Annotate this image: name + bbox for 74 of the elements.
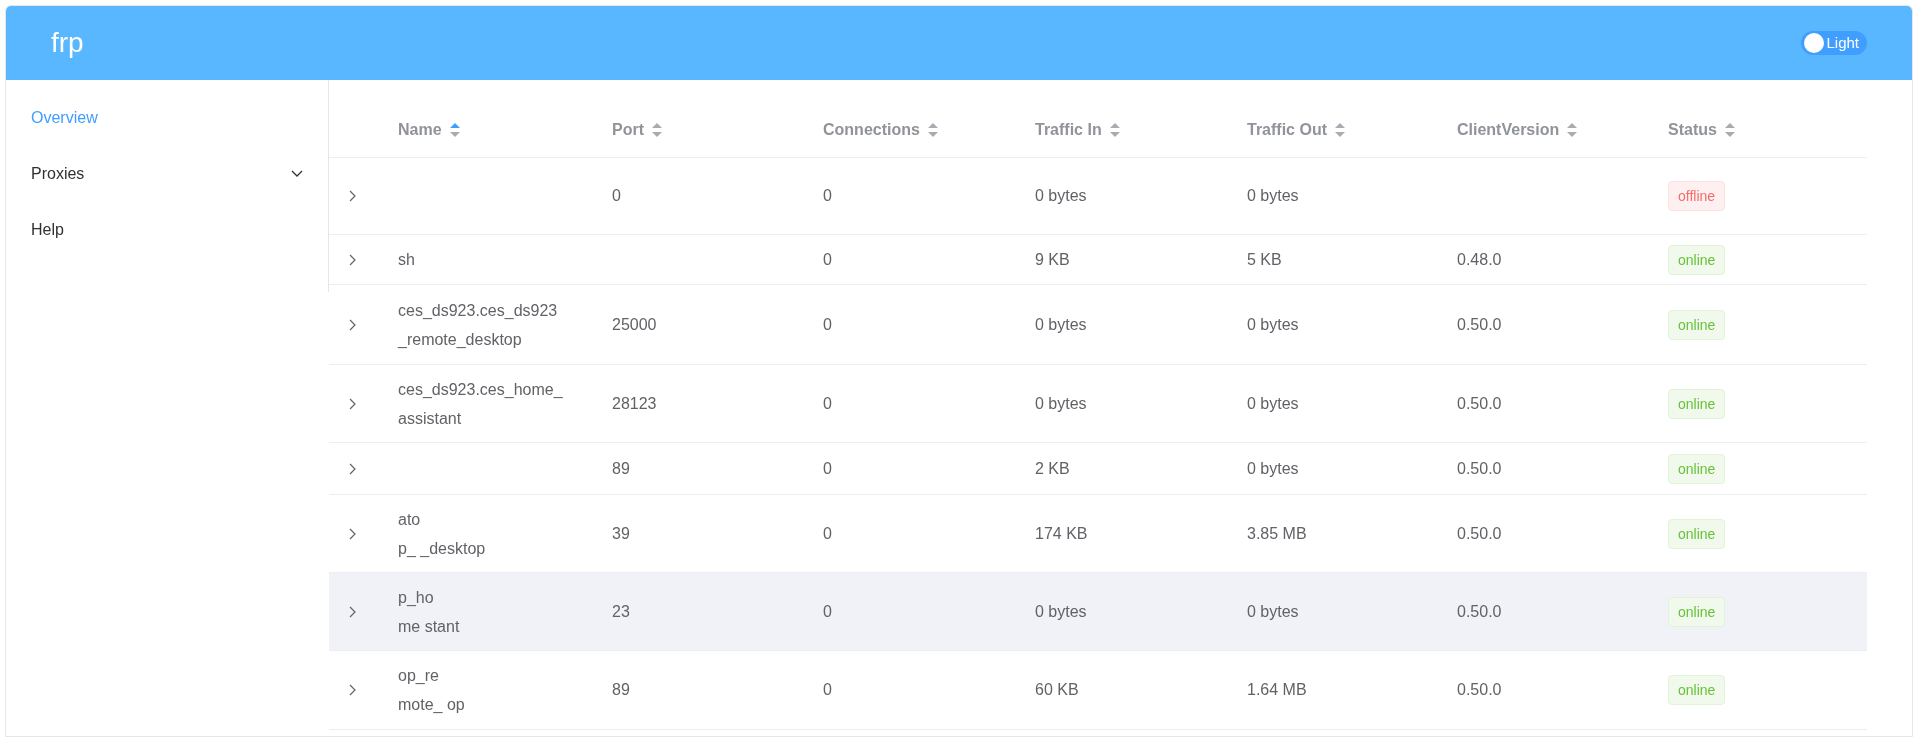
table-cell: 23 (612, 602, 630, 620)
table-cell: 0.50.0 (1457, 524, 1502, 542)
status-tag: online (1668, 309, 1726, 340)
table-cell: 0.48.0 (1457, 250, 1502, 268)
table-cell: 0 bytes (1035, 394, 1087, 412)
status-tag: online (1668, 244, 1726, 275)
table-cell: 89 (612, 459, 630, 477)
name-text: assistant (398, 408, 463, 429)
table-cell: 0 bytes (1247, 602, 1299, 620)
table-cell: 9 KB (1035, 250, 1070, 268)
status-tag: online (1668, 388, 1726, 419)
name-text: op_re (398, 666, 440, 686)
name-text: ato (398, 509, 422, 530)
table-cell: 60 KB (1035, 681, 1079, 698)
expand-chevron-icon[interactable] (349, 605, 357, 618)
table-cell: 3.85 MB (1247, 524, 1307, 542)
table-cell: 5 KB (1247, 250, 1282, 268)
expand-chevron-icon[interactable] (349, 527, 357, 540)
table-cell: 0.50.0 (1457, 681, 1502, 698)
name-text: ces_ds923.ces_ds923 (398, 300, 559, 321)
status-tag: online (1668, 596, 1726, 627)
column-header[interactable]: Name (398, 117, 460, 142)
table-cell: 0 (823, 250, 832, 268)
expand-chevron-icon[interactable] (349, 253, 357, 266)
table-cell: 0 (823, 315, 832, 333)
table-cell: 174 KB (1035, 524, 1088, 542)
table-cell: 0 bytes (1247, 394, 1299, 412)
name-text: p_ _desktop (398, 538, 487, 559)
table-cell: 0 bytes (1247, 459, 1299, 477)
table-cell: 0 (823, 394, 832, 412)
column-header[interactable]: ClientVersion (1457, 117, 1578, 142)
status-tag: online (1668, 518, 1726, 549)
column-header[interactable]: Status (1668, 117, 1735, 142)
name-text: _remote_desktop (398, 329, 523, 350)
column-header[interactable]: Port (612, 117, 662, 142)
table-cell: 89 (612, 681, 630, 698)
logo-text: frp (51, 26, 84, 60)
table-cell: 0 bytes (1035, 602, 1087, 620)
status-tag: online (1668, 453, 1726, 484)
status-tag: offline (1668, 181, 1726, 211)
table-cell: 0 (823, 524, 832, 542)
name-text: me stant (398, 616, 461, 637)
name-text: p_ho (398, 587, 435, 608)
name-text: sh (398, 250, 416, 270)
table-cell: 0.50.0 (1457, 602, 1502, 620)
table-cell: 0 bytes (1247, 315, 1299, 333)
status-tag: online (1668, 675, 1726, 705)
table-cell: 28123 (612, 394, 657, 412)
table-cell: 1.64 MB (1247, 681, 1307, 698)
expand-chevron-icon[interactable] (349, 684, 357, 696)
table-cell: 0 (823, 602, 832, 620)
table-cell: 0 (612, 187, 621, 204)
table-cell: 25000 (612, 315, 657, 333)
table-cell: 0 bytes (1247, 187, 1299, 204)
expand-chevron-icon[interactable] (349, 190, 357, 202)
table-cell: 0 (823, 187, 832, 204)
table-cell: 0.50.0 (1457, 315, 1502, 333)
table-cell: 0 (823, 681, 832, 698)
column-header[interactable]: Traffic In (1035, 117, 1120, 142)
table-cell: 39 (612, 524, 630, 542)
column-header[interactable]: Traffic Out (1247, 117, 1345, 142)
column-header[interactable]: Connections (823, 117, 938, 142)
expand-chevron-icon[interactable] (349, 318, 357, 331)
table-cell: 0 (823, 459, 832, 477)
expand-chevron-icon[interactable] (349, 397, 357, 410)
table-cell: 0 bytes (1035, 315, 1087, 333)
table-cell: 0.50.0 (1457, 394, 1502, 412)
table-row[interactable]: p_ho me stant 23 0 0 bytes 0 bytes 0.50.0 online (329, 573, 1867, 651)
table-cell: 2 KB (1035, 459, 1070, 477)
name-text: mote_ op (398, 695, 466, 715)
name-text: ces_ds923.ces_home_ (398, 379, 564, 400)
expand-chevron-icon[interactable] (349, 462, 357, 475)
table-cell: 0.50.0 (1457, 459, 1502, 477)
table-cell: 0 bytes (1035, 187, 1087, 204)
